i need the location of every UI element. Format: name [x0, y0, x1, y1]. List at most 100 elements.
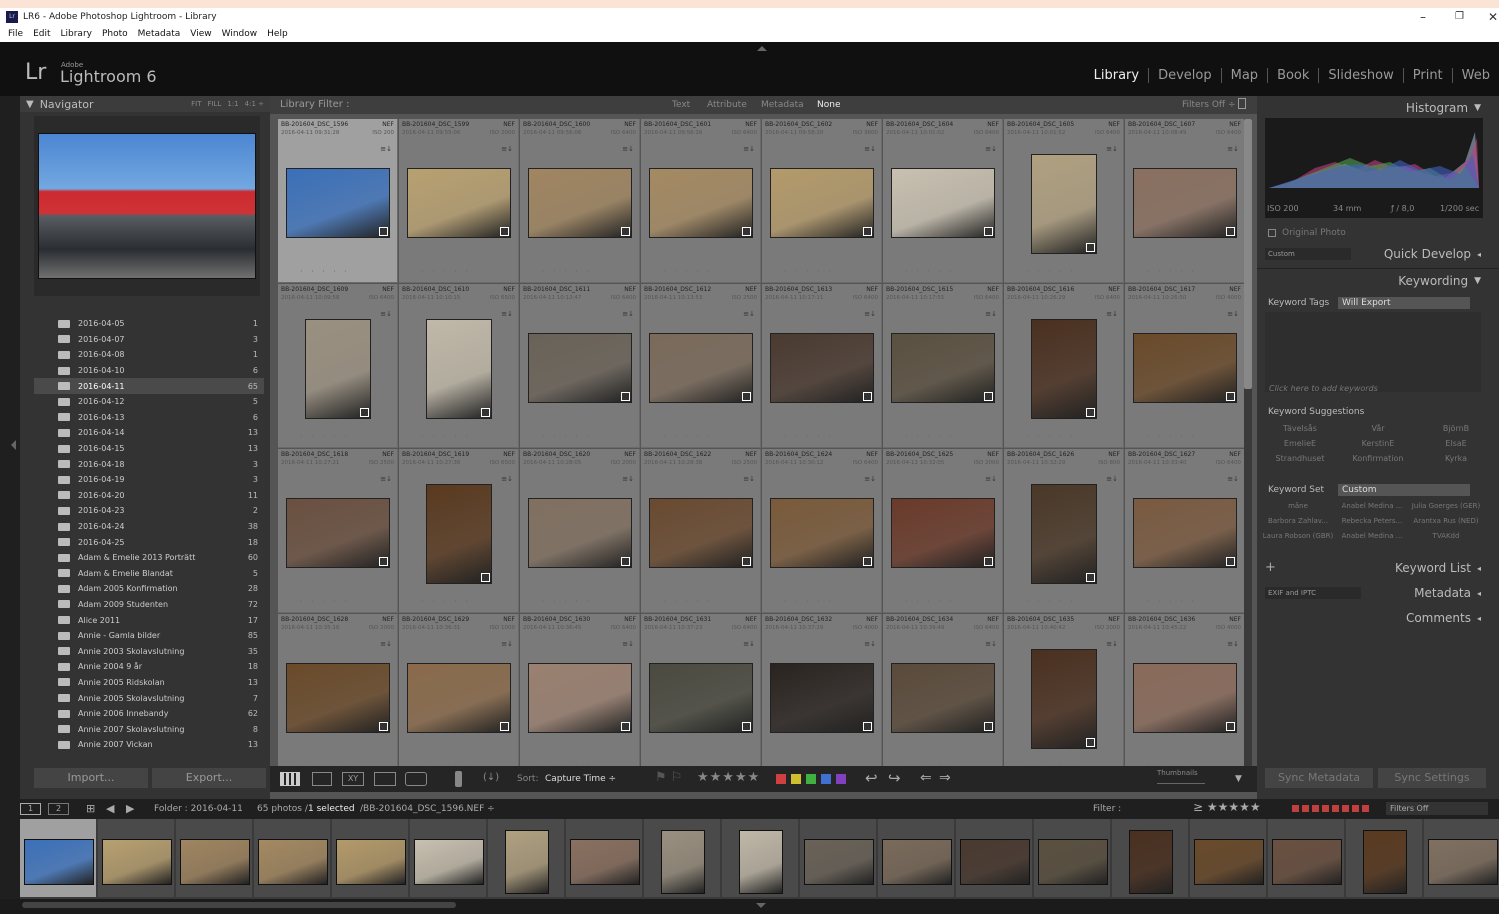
filmstrip-thumb[interactable] — [488, 819, 565, 897]
badge-icon[interactable]: ≡↓ — [380, 310, 392, 318]
grid-cell[interactable]: BB-201604_DSC_1634 NEF 2016-04-11 10:39:49… — [883, 614, 1003, 778]
module-slideshow[interactable]: Slideshow — [1318, 68, 1402, 83]
page-2-button[interactable]: 2 — [48, 803, 69, 815]
export-button[interactable]: Export... — [152, 768, 266, 788]
keyword-suggestion[interactable]: Vår — [1339, 424, 1417, 433]
filmstrip-thumb[interactable] — [176, 819, 253, 897]
filmstrip-thumb[interactable] — [1424, 819, 1499, 897]
filmstrip-thumb[interactable] — [1346, 819, 1423, 897]
selected-path[interactable]: /BB-201604_DSC_1596.NEF ÷ — [360, 804, 495, 814]
grid-cell[interactable]: BB-201604_DSC_1625 NEF 2016-04-11 10:32:05… — [883, 449, 1003, 613]
badge-icon[interactable]: ≡↓ — [622, 145, 634, 153]
grid-cell[interactable]: BB-201604_DSC_1618 NEF 2016-04-11 10:27:21… — [278, 449, 398, 613]
grid-cell[interactable]: BB-201604_DSC_1602 NEF 2016-04-11 09:58:20… — [762, 119, 882, 283]
compare-view-icon[interactable]: XY — [342, 772, 364, 786]
badge-icon[interactable]: ≡↓ — [1227, 640, 1239, 648]
filmstrip-thumb[interactable] — [722, 819, 799, 897]
filter-tab-none[interactable]: None — [817, 100, 840, 110]
filmstrip-thumb[interactable] — [1112, 819, 1189, 897]
rating-dots[interactable]: · · · · · — [1026, 267, 1076, 276]
lock-icon[interactable] — [1238, 98, 1246, 109]
badge-icon[interactable]: ≡↓ — [1227, 475, 1239, 483]
module-library[interactable]: Library — [1085, 68, 1148, 83]
folder-item[interactable]: 2016-04-15 13 — [34, 441, 264, 457]
folder-item[interactable]: 2016-04-20 11 — [34, 488, 264, 504]
color-label-red[interactable] — [776, 774, 786, 784]
filmstrip-thumb[interactable] — [1190, 819, 1267, 897]
flag-icon[interactable]: ⚑ ⚐ — [655, 770, 682, 785]
badge-icon[interactable]: ≡↓ — [1106, 310, 1118, 318]
keyword-set-item[interactable]: Laura Robson (GBR) — [1261, 532, 1335, 540]
grid-cell[interactable]: BB-201604_DSC_1596 NEF 2016-04-11 09:31:28… — [278, 119, 398, 283]
filmstrip-thumb[interactable] — [644, 819, 721, 897]
folder-item[interactable]: Annie 2006 Innebandy 62 — [34, 706, 264, 722]
grid-cell[interactable]: BB-201604_DSC_1620 NEF 2016-04-11 10:28:05… — [520, 449, 640, 613]
rating-dots[interactable]: · · · · · — [300, 267, 350, 276]
module-map[interactable]: Map — [1220, 68, 1267, 83]
grid-cell[interactable]: BB-201604_DSC_1607 NEF 2016-04-11 10:08:49… — [1125, 119, 1245, 283]
badge-icon[interactable]: ≡↓ — [743, 310, 755, 318]
badge-icon[interactable]: ≡↓ — [985, 310, 997, 318]
import-button[interactable]: Import... — [34, 768, 148, 788]
folder-item[interactable]: Adam 2005 Konfirmation 28 — [34, 581, 264, 597]
folder-item[interactable]: Adam 2009 Studenten 72 — [34, 597, 264, 613]
color-label-blue[interactable] — [821, 774, 831, 784]
badge-icon[interactable]: ≡↓ — [743, 145, 755, 153]
filmstrip-thumb[interactable] — [20, 819, 97, 897]
keyword-set-item[interactable]: Anabel Medina ... — [1335, 502, 1409, 510]
keyword-suggestion[interactable]: EmelieE — [1261, 439, 1339, 448]
next-arrow-icon[interactable]: ⇒ — [939, 770, 951, 786]
rating-dots[interactable]: · · · · · — [905, 267, 955, 276]
original-photo-checkbox[interactable] — [1268, 229, 1276, 237]
menu-edit[interactable]: Edit — [33, 29, 50, 39]
grid-cell[interactable]: BB-201604_DSC_1632 NEF 2016-04-11 10:37:29… — [762, 614, 882, 778]
grid-cell[interactable]: BB-201604_DSC_1628 NEF 2016-04-11 10:35:16… — [278, 614, 398, 778]
filmstrip-thumb[interactable] — [98, 819, 175, 897]
badge-icon[interactable]: ≡↓ — [1227, 310, 1239, 318]
forward-icon[interactable]: ▶ — [126, 802, 134, 815]
grid-cell[interactable]: BB-201604_DSC_1624 NEF 2016-04-11 10:30:12… — [762, 449, 882, 613]
filter-tab-metadata[interactable]: Metadata — [761, 100, 804, 110]
filmstrip-thumb[interactable] — [800, 819, 877, 897]
rating-dots[interactable]: · · · · · — [784, 267, 834, 276]
menu-library[interactable]: Library — [61, 29, 92, 39]
grid-cell[interactable]: BB-201604_DSC_1630 NEF 2016-04-11 10:36:45… — [520, 614, 640, 778]
folder-item[interactable]: Annie 2007 Vickan 13 — [34, 737, 264, 753]
folder-item[interactable]: 2016-04-13 6 — [34, 410, 264, 426]
keyword-suggestion[interactable]: Strandhuset — [1261, 454, 1339, 463]
collapse-left-icon[interactable] — [11, 440, 16, 450]
rating-dots[interactable]: · · · · · — [300, 597, 350, 606]
keyword-set-item[interactable]: Rebecka Peters... — [1335, 517, 1409, 525]
rating-dots[interactable]: · · · · · — [542, 432, 592, 441]
back-icon[interactable]: ◀ — [106, 802, 114, 815]
color-label-green[interactable] — [806, 774, 816, 784]
grid-cell[interactable]: BB-201604_DSC_1611 NEF 2016-04-11 10:12:47… — [520, 284, 640, 448]
navigator-preview[interactable] — [34, 116, 260, 296]
badge-icon[interactable]: ≡↓ — [622, 640, 634, 648]
rating-dots[interactable]: · · · · · — [1147, 432, 1197, 441]
badge-icon[interactable]: ≡↓ — [985, 640, 997, 648]
grid-cell[interactable]: BB-201604_DSC_1610 NEF 2016-04-11 10:10:15… — [399, 284, 519, 448]
grid-cell[interactable]: BB-201604_DSC_1636 NEF 2016-04-11 10:45:22… — [1125, 614, 1245, 778]
zoom-fit[interactable]: FIT — [191, 100, 201, 108]
badge-icon[interactable]: ≡↓ — [864, 475, 876, 483]
keyword-suggestion[interactable]: Kyrka — [1417, 454, 1495, 463]
folder-item[interactable]: 2016-04-12 5 — [34, 394, 264, 410]
grid-cell[interactable]: BB-201604_DSC_1599 NEF 2016-04-11 09:55:06… — [399, 119, 519, 283]
badge-icon[interactable]: ≡↓ — [864, 640, 876, 648]
rating-dots[interactable]: · · · · · — [1026, 597, 1076, 606]
grid-cell[interactable]: BB-201604_DSC_1613 NEF 2016-04-11 10:17:11… — [762, 284, 882, 448]
folder-item[interactable]: Annie 2004 9 år 18 — [34, 659, 264, 675]
filmstrip-thumb[interactable] — [1268, 819, 1345, 897]
color-label-purple[interactable] — [836, 774, 846, 784]
badge-icon[interactable]: ≡↓ — [1227, 145, 1239, 153]
collapse-bottom-icon[interactable] — [756, 903, 766, 908]
badge-icon[interactable]: ≡↓ — [501, 310, 513, 318]
badge-icon[interactable]: ≡↓ — [622, 310, 634, 318]
grid-cell[interactable]: BB-201604_DSC_1615 NEF 2016-04-11 10:17:55… — [883, 284, 1003, 448]
loupe-view-icon[interactable] — [312, 772, 332, 786]
rating-dots[interactable]: · · · · · — [905, 597, 955, 606]
rotate-right-icon[interactable]: ↪ — [888, 769, 901, 787]
grid-cell[interactable]: BB-201604_DSC_1626 NEF 2016-04-11 10:32:29… — [1004, 449, 1124, 613]
filmstrip-thumb[interactable] — [254, 819, 331, 897]
